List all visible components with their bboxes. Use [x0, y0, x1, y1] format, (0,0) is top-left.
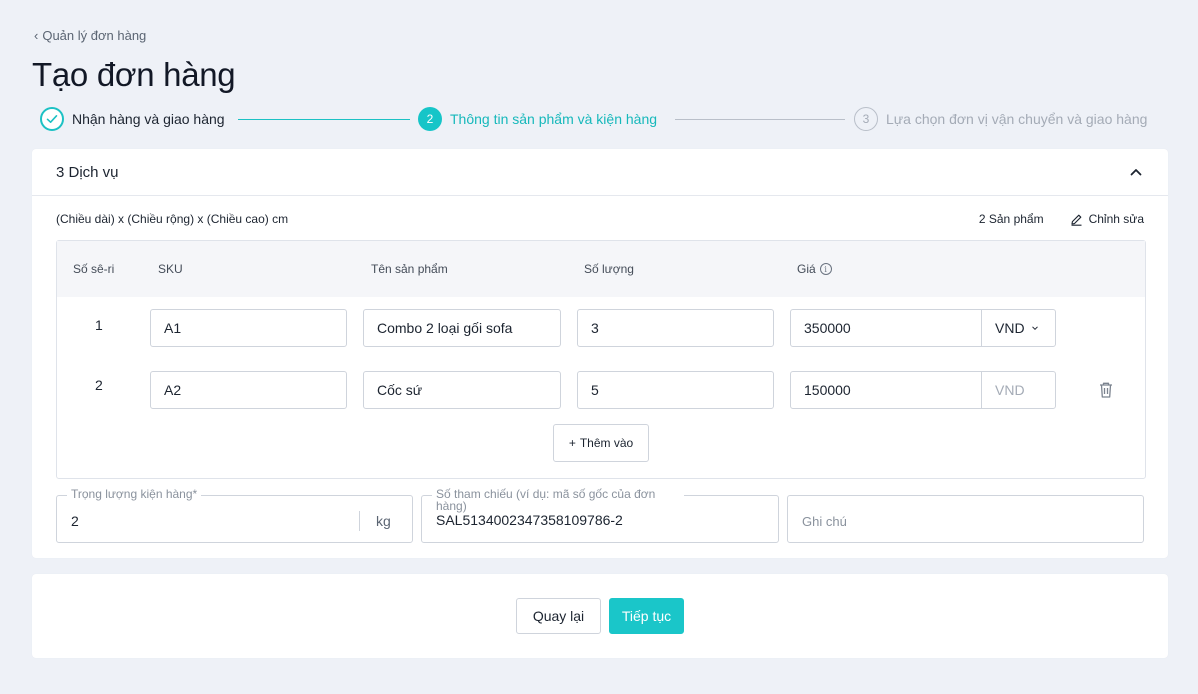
breadcrumb-back-link[interactable]: ‹ Quản lý đơn hàng	[34, 28, 146, 43]
edit-button[interactable]: Chỉnh sửa	[1070, 212, 1144, 226]
price-input[interactable]: 150000	[791, 372, 982, 408]
product-table: Số sê-ri SKU Tên sản phẩm Số lượng Giá i…	[56, 240, 1146, 479]
step-3-number: 3	[854, 107, 878, 131]
check-icon	[40, 107, 64, 131]
step-2-label: Thông tin sản phẩm và kiện hàng	[450, 111, 658, 127]
column-price: Giá i	[797, 262, 832, 276]
step-connector	[675, 119, 845, 120]
reference-value: SAL5134002347358109786-2	[436, 512, 623, 528]
add-product-button[interactable]: + Thêm vào	[553, 424, 649, 462]
column-name: Tên sản phẩm	[371, 262, 448, 276]
step-connector	[238, 119, 410, 120]
weight-label: Trọng lượng kiện hàng*	[67, 487, 202, 501]
note-field[interactable]: Ghi chú	[787, 495, 1144, 543]
table-row: 2 A2 Cốc sứ 5 150000 VND	[57, 371, 1145, 409]
table-row: 1 A1 Combo 2 loại gối sofa 3 350000 VND	[57, 309, 1145, 347]
weight-label-text: Trọng lượng kiện hàng	[71, 487, 193, 501]
add-product-label: Thêm vào	[579, 436, 634, 450]
price-input[interactable]: 350000	[791, 310, 982, 346]
page-title: Tạo đơn hàng	[32, 56, 236, 93]
reference-label: Số tham chiếu (ví dụ: mã số gốc của đơn …	[432, 488, 684, 512]
weight-field[interactable]: Trọng lượng kiện hàng* 2 kg	[56, 488, 413, 543]
chevron-up-icon[interactable]	[1128, 164, 1144, 180]
product-count: 2 Sản phẩm	[978, 212, 1044, 226]
step-3-label: Lựa chọn đơn vị vận chuyển và giao hàng	[886, 111, 1148, 127]
quantity-input[interactable]: 5	[577, 371, 774, 409]
note-placeholder: Ghi chú	[802, 514, 847, 529]
required-mark: *	[192, 487, 198, 501]
package-card-header[interactable]: 3 Dịch vụ	[32, 149, 1168, 196]
sku-input[interactable]: A1	[150, 309, 347, 347]
package-title: 3 Dịch vụ	[56, 163, 119, 181]
breadcrumb-label: Quản lý đơn hàng	[42, 28, 147, 43]
price-field: 150000 VND	[790, 371, 1056, 409]
step-1[interactable]: Nhận hàng và giao hàng	[40, 107, 225, 131]
unit-divider	[359, 511, 360, 531]
weight-value: 2	[71, 513, 79, 529]
currency-select[interactable]: VND	[982, 310, 1055, 346]
price-field: 350000 VND	[790, 309, 1056, 347]
column-price-label: Giá	[797, 262, 816, 276]
currency-select: VND	[982, 372, 1055, 408]
chevron-down-icon	[1031, 326, 1038, 331]
table-header: Số sê-ri SKU Tên sản phẩm Số lượng Giá i	[57, 241, 1145, 297]
row-serial: 2	[95, 377, 103, 393]
package-card: 3 Dịch vụ (Chiều dài) x (Chiều rộng) x (…	[32, 149, 1168, 558]
plus-icon: +	[568, 436, 576, 450]
continue-button[interactable]: Tiếp tục	[609, 598, 684, 634]
edit-label: Chỉnh sửa	[1088, 212, 1144, 226]
sku-input[interactable]: A2	[150, 371, 347, 409]
dimensions-text: (Chiều dài) x (Chiều rộng) x (Chiều cao)…	[56, 212, 289, 226]
pencil-icon	[1071, 214, 1082, 226]
trash-icon[interactable]	[1098, 381, 1114, 399]
column-quantity: Số lượng	[584, 262, 634, 276]
step-1-label: Nhận hàng và giao hàng	[72, 111, 225, 127]
row-serial: 1	[95, 317, 103, 333]
currency-value: VND	[995, 382, 1025, 398]
step-2-number: 2	[418, 107, 442, 131]
column-sku: SKU	[158, 262, 183, 276]
package-info-row: (Chiều dài) x (Chiều rộng) x (Chiều cao)…	[56, 212, 1144, 226]
stepper: Nhận hàng và giao hàng 2 Thông tin sản p…	[40, 107, 1160, 133]
product-name-input[interactable]: Combo 2 loại gối sofa	[363, 309, 561, 347]
footer-card: Quay lại Tiếp tục	[32, 574, 1168, 658]
quantity-input[interactable]: 3	[577, 309, 774, 347]
back-button[interactable]: Quay lại	[516, 598, 601, 634]
chevron-left-icon: ‹	[34, 28, 39, 43]
info-icon[interactable]: i	[819, 263, 832, 275]
reference-field[interactable]: Số tham chiếu (ví dụ: mã số gốc của đơn …	[421, 488, 779, 543]
product-name-input[interactable]: Cốc sứ	[363, 371, 561, 409]
weight-unit: kg	[376, 513, 391, 529]
step-3: 3 Lựa chọn đơn vị vận chuyển và giao hàn…	[854, 107, 1147, 131]
column-serial: Số sê-ri	[73, 262, 115, 276]
currency-value: VND	[995, 320, 1025, 336]
step-2[interactable]: 2 Thông tin sản phẩm và kiện hàng	[418, 107, 657, 131]
